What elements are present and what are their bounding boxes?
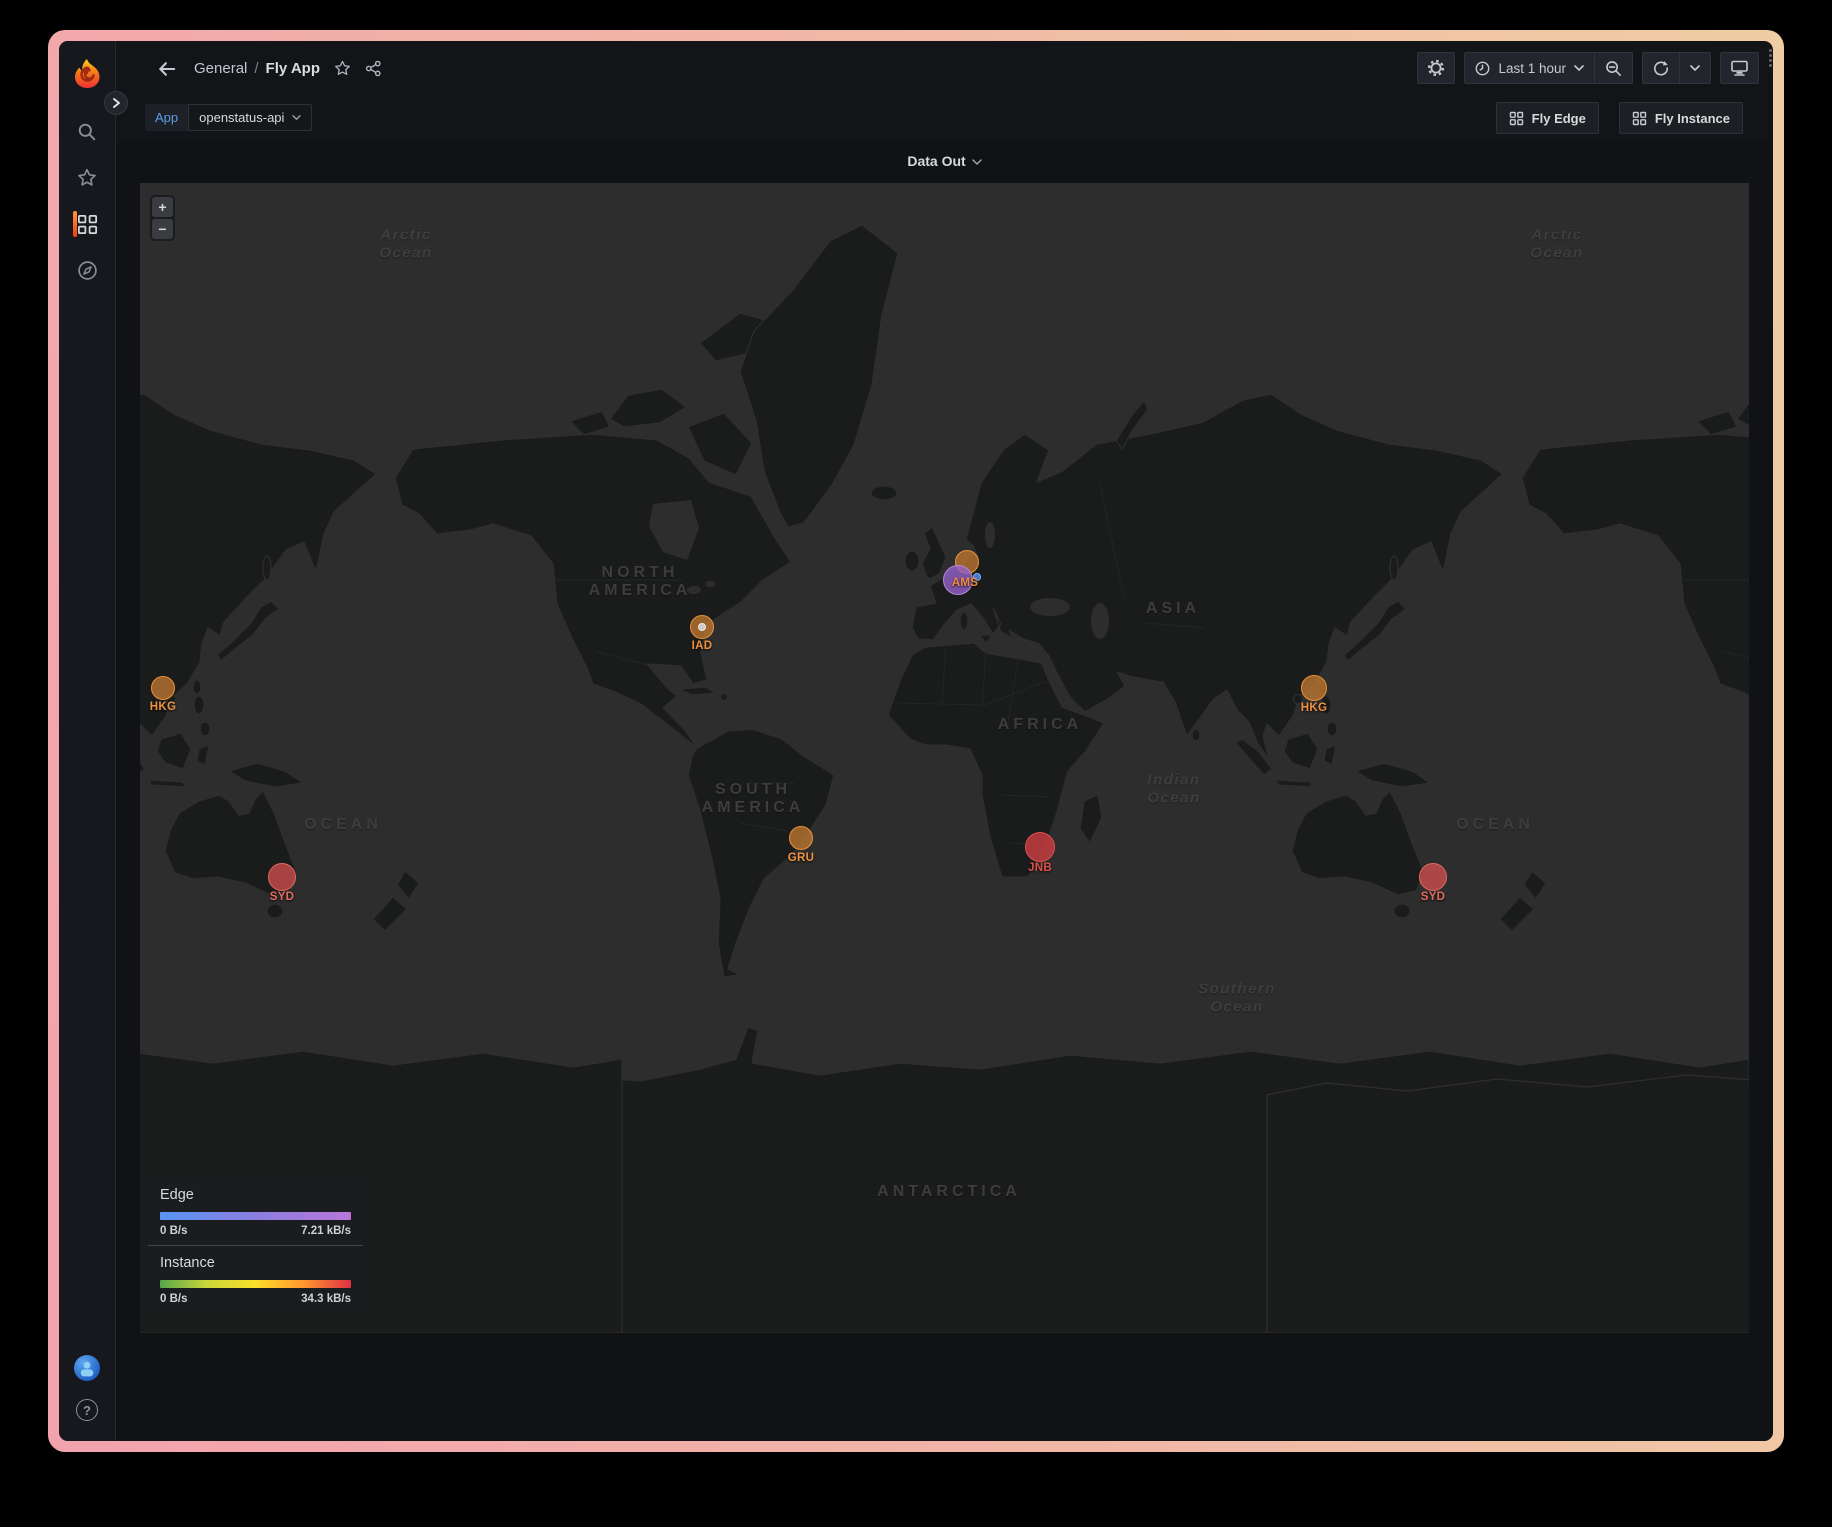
legend-instance-gradient-bar (160, 1280, 351, 1288)
monitor-icon (1730, 59, 1749, 77)
map-legend: Edge 0 B/s 7.21 kB/s Instance (148, 1178, 363, 1313)
gear-icon (1427, 59, 1445, 77)
grafana-logo[interactable] (67, 53, 107, 95)
arrow-left-icon (157, 59, 177, 79)
geomap-panel[interactable]: + − ArcticOceanArcticOceanNORTHAMERICAAS… (140, 183, 1749, 1333)
chevron-down-icon (292, 114, 301, 121)
breadcrumb-dashboard-title: Fly App (266, 60, 320, 77)
marker-label-hkg: HKG (150, 701, 176, 713)
breadcrumb: General / Fly App (194, 60, 320, 77)
back-button[interactable] (154, 56, 180, 82)
variable-label: App (145, 104, 188, 131)
window-edge-dots (1769, 49, 1772, 67)
breadcrumb-folder[interactable]: General (194, 60, 247, 77)
zoom-out-button[interactable]: − (152, 219, 173, 239)
profile-icon (78, 1359, 96, 1377)
apps-grid-icon (1509, 111, 1524, 126)
dashboard-controls-row: App openstatus-api (116, 96, 1773, 141)
chevron-right-icon (110, 97, 122, 109)
user-avatar[interactable] (74, 1355, 100, 1381)
marker-label-gru: GRU (788, 852, 814, 864)
search-icon (77, 122, 97, 142)
marker-iad[interactable] (690, 615, 714, 639)
legend-instance-max: 34.3 kB/s (301, 1293, 351, 1305)
marker-syd[interactable] (1419, 863, 1447, 891)
marker-gru[interactable] (789, 826, 813, 850)
dashboard-link-fly-instance[interactable]: Fly Instance (1619, 102, 1743, 134)
star-outline-icon (334, 60, 351, 77)
clock-icon (1475, 61, 1490, 76)
map-zoom-controls: + − (150, 195, 175, 241)
share-icon (365, 60, 382, 77)
marker-syd[interactable] (268, 863, 296, 891)
marker-label-hkg: HKG (1301, 702, 1327, 714)
marker-label-iad: IAD (692, 640, 713, 652)
marker-jnb[interactable] (1025, 832, 1055, 862)
dashboard-link-fly-edge[interactable]: Fly Edge (1496, 102, 1599, 134)
star-icon (77, 168, 97, 188)
sidebar-item-search[interactable] (59, 109, 116, 155)
marker-label-jnb: JNB (1028, 862, 1052, 874)
legend-edge-min: 0 B/s (160, 1225, 188, 1237)
fly-instance-label: Fly Instance (1655, 111, 1730, 126)
time-range-label: Last 1 hour (1498, 61, 1566, 76)
dashboards-grid-icon (77, 214, 98, 235)
time-zoom-out-button[interactable] (1594, 53, 1632, 83)
kiosk-mode-button[interactable] (1720, 52, 1759, 84)
window-frame: ? (48, 30, 1784, 1452)
help-glyph: ? (83, 1403, 91, 1418)
chevron-down-icon (972, 158, 982, 166)
main-area: General / Fly App (116, 41, 1773, 1441)
refresh-group (1642, 52, 1711, 84)
time-range-picker[interactable]: Last 1 hour (1465, 53, 1594, 83)
marker-label-syd: SYD (270, 891, 295, 903)
marker-hkg[interactable] (151, 676, 175, 700)
variable-value-dropdown[interactable]: openstatus-api (188, 104, 312, 131)
legend-edge-gradient-bar (160, 1212, 351, 1220)
sidebar-bottom: ? (74, 1355, 100, 1441)
chevron-down-icon (1574, 64, 1584, 72)
refresh-icon (1653, 60, 1669, 76)
share-button[interactable] (365, 60, 382, 77)
legend-instance-min: 0 B/s (160, 1293, 188, 1305)
favorite-star-button[interactable] (334, 60, 351, 77)
active-indicator (73, 211, 77, 237)
dashboard-canvas: Data Out (116, 141, 1773, 1441)
marker-label-ams: AMS (952, 577, 978, 589)
legend-instance-section: Instance 0 B/s 34.3 kB/s (148, 1245, 363, 1313)
panel-title-text: Data Out (907, 153, 965, 169)
marker-hkg[interactable] (1301, 675, 1327, 701)
dashboard-settings-button[interactable] (1417, 52, 1455, 84)
legend-edge-max: 7.21 kB/s (301, 1225, 351, 1237)
legend-edge-title: Edge (160, 1187, 351, 1203)
compass-icon (77, 260, 98, 281)
sidebar-expand-button[interactable] (104, 91, 128, 115)
zoom-in-button[interactable]: + (152, 197, 173, 217)
time-range-group: Last 1 hour (1464, 52, 1633, 84)
world-map-svg (140, 183, 1749, 1333)
refresh-interval-dropdown[interactable] (1679, 53, 1710, 83)
breadcrumb-separator: / (254, 60, 258, 77)
grafana-window: ? (59, 41, 1773, 1441)
marker-center-dot (698, 623, 706, 631)
variable-picker-app[interactable]: App openstatus-api (145, 104, 312, 131)
legend-edge-section: Edge 0 B/s 7.21 kB/s (148, 1178, 363, 1245)
sidebar-item-dashboards[interactable] (59, 201, 116, 247)
magnifier-minus-icon (1605, 60, 1622, 77)
marker-label-syd: SYD (1421, 891, 1446, 903)
sidebar: ? (59, 41, 116, 1441)
sidebar-item-explore[interactable] (59, 247, 116, 293)
refresh-button[interactable] (1643, 53, 1679, 83)
desktop-background: ? (0, 0, 1832, 1527)
chevron-down-icon (1690, 64, 1700, 72)
fly-edge-label: Fly Edge (1532, 111, 1586, 126)
variable-current-value: openstatus-api (199, 110, 284, 125)
apps-grid-icon (1632, 111, 1647, 126)
panel-title-menu[interactable]: Data Out (907, 153, 981, 169)
legend-instance-title: Instance (160, 1255, 351, 1271)
top-navigation-bar: General / Fly App (116, 41, 1773, 96)
sidebar-item-starred[interactable] (59, 155, 116, 201)
help-button[interactable]: ? (76, 1399, 98, 1421)
